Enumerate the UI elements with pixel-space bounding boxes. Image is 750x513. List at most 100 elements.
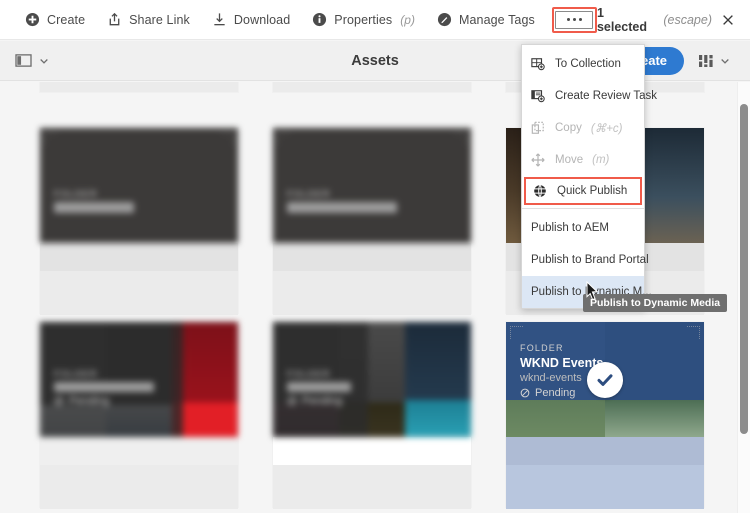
close-icon[interactable]: [721, 13, 735, 27]
chevron-down-icon: [720, 56, 730, 66]
folder-title: [54, 202, 134, 213]
menu-item-to-collection[interactable]: To Collection: [522, 48, 644, 80]
folder-card[interactable]: FOLDER Pending: [40, 322, 238, 509]
folder-kind: FOLDER: [287, 369, 331, 379]
asset-card[interactable]: [273, 82, 471, 92]
collection-add-icon: [530, 57, 546, 71]
unpublished-icon: [54, 396, 64, 406]
folder-info: FOLDER: [54, 189, 134, 213]
crop-corner-icon: [687, 326, 700, 339]
card-footer: [40, 271, 238, 315]
menu-separator: [522, 208, 644, 209]
action-properties[interactable]: Properties (p): [301, 0, 426, 40]
menu-item-label: Quick Publish: [557, 185, 628, 197]
folder-thumb: FOLDER: [40, 128, 238, 243]
menu-item-copy[interactable]: Copy (⌘+c): [522, 112, 644, 144]
folder-card[interactable]: FOLDER: [273, 128, 471, 315]
card-thumbnail: FOLDER: [273, 128, 471, 243]
card-footer: [506, 465, 704, 509]
crop-corner-icon: [510, 326, 523, 339]
selection-check-badge[interactable]: [587, 361, 623, 398]
menu-item-label: Move: [555, 154, 584, 166]
card-thumbnail: FOLDER WKND Events wknd-events Pending: [506, 322, 704, 437]
card-footer: [273, 271, 471, 315]
more-options-button[interactable]: [551, 6, 597, 33]
card-meta-strip: [40, 437, 238, 465]
rail-toggle-icon: [15, 53, 32, 68]
tag-edit-icon: [437, 12, 452, 27]
plus-circle-icon: [25, 12, 40, 27]
vertical-scrollbar-thumb[interactable]: [740, 104, 748, 434]
action-share-link[interactable]: Share Link: [96, 0, 201, 40]
folder-title: [287, 202, 397, 213]
more-options-inner: [555, 10, 594, 29]
card-meta-strip: [40, 243, 238, 271]
folder-card[interactable]: FOLDER Pending: [273, 322, 471, 509]
globe-publish-icon: [532, 184, 548, 198]
folder-card-wknd-events[interactable]: FOLDER WKND Events wknd-events Pending: [506, 322, 704, 509]
menu-item-label: Publish to AEM: [531, 222, 609, 234]
card-footer: [273, 82, 471, 92]
copy-icon: [530, 121, 546, 135]
card-meta-strip: [273, 243, 471, 271]
dot-icon: [572, 18, 576, 21]
grid-layout-icon: [698, 53, 714, 69]
folder-kind: FOLDER: [520, 343, 564, 353]
menu-item-shortcut: (m): [592, 154, 610, 166]
layout-switch-button[interactable]: [684, 53, 740, 69]
crop-corner-icon: [44, 132, 57, 145]
mouse-cursor: [586, 280, 599, 305]
mosaic-cell: [638, 128, 704, 243]
chevron-down-icon: [39, 56, 49, 66]
folder-kind: FOLDER: [54, 369, 98, 379]
dot-icon: [578, 18, 582, 21]
folder-title: [287, 382, 351, 392]
menu-item-publish-to-brand-portal[interactable]: Publish to Brand Portal: [522, 244, 649, 276]
folder-title: [54, 382, 154, 392]
rail-toggle-button[interactable]: [15, 53, 49, 68]
selection-info: 1 selected (escape): [597, 6, 750, 34]
action-properties-shortcut: (p): [400, 12, 415, 27]
unpublished-icon: [520, 388, 530, 398]
info-icon: [312, 12, 327, 27]
more-options-menu: To Collection Create Review Task Copy (⌘…: [521, 44, 657, 309]
share-icon: [107, 12, 122, 27]
action-manage-tags-label: Manage Tags: [458, 12, 535, 27]
move-icon: [530, 153, 546, 167]
selection-action-toolbar: Create Share Link Download Properties (p…: [0, 0, 750, 40]
asset-card[interactable]: [40, 82, 238, 92]
card-footer: [40, 82, 238, 92]
folder-thumb: FOLDER: [273, 128, 471, 243]
card-meta-strip: [506, 437, 704, 465]
unpublished-icon: [287, 396, 297, 406]
menu-item-label: Publish to Brand Portal: [531, 254, 649, 266]
check-icon: [597, 373, 613, 386]
folder-status-label: Pending: [69, 395, 110, 407]
card-thumbnail: FOLDER Pending: [273, 322, 471, 437]
review-task-add-icon: [530, 89, 546, 103]
action-properties-label: Properties: [334, 12, 393, 27]
selection-escape-hint: (escape): [663, 12, 712, 27]
selection-count: 1 selected: [596, 5, 647, 34]
aem-assets-screen: Create Share Link Download Properties (p…: [0, 0, 750, 513]
menu-item-move[interactable]: Move (m): [522, 144, 644, 176]
card-thumbnail: FOLDER: [40, 128, 238, 243]
folder-card[interactable]: FOLDER: [40, 128, 238, 315]
card-footer: [273, 465, 471, 509]
action-download[interactable]: Download: [201, 0, 301, 40]
card-meta-strip: [273, 437, 471, 465]
menu-item-create-review-task[interactable]: Create Review Task: [522, 80, 657, 112]
folder-status: Pending: [54, 395, 154, 407]
dot-icon: [566, 18, 570, 21]
crop-corner-icon: [277, 132, 290, 145]
card-thumbnail: FOLDER Pending: [40, 322, 238, 437]
menu-item-label: Create Review Task: [555, 90, 658, 102]
menu-item-publish-to-aem[interactable]: Publish to AEM: [522, 212, 644, 244]
crop-corner-icon: [454, 132, 467, 145]
menu-item-label: Copy: [555, 122, 582, 134]
menu-item-quick-publish[interactable]: Quick Publish: [524, 177, 642, 205]
action-manage-tags[interactable]: Manage Tags: [426, 0, 546, 40]
folder-info: FOLDER: [287, 189, 397, 213]
folder-kind: FOLDER: [287, 189, 331, 199]
action-create[interactable]: Create: [14, 0, 96, 40]
